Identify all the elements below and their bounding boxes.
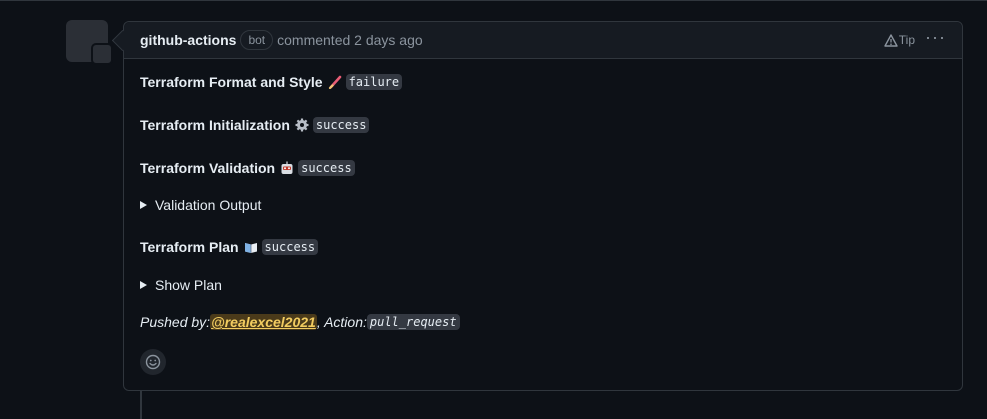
timeline-line	[140, 391, 142, 419]
smiley-icon	[145, 354, 161, 370]
top-divider	[0, 0, 987, 1]
action-prefix: , Action:	[316, 314, 367, 330]
disclosure-triangle-icon	[140, 281, 147, 289]
validation-output-label: Validation Output	[155, 197, 262, 213]
pushed-by-line: Pushed by: @realexcel2021 , Action: pull…	[140, 314, 460, 330]
plan-title: Terraform Plan	[140, 239, 239, 255]
format-title: Terraform Format and Style	[140, 74, 323, 90]
format-status: failure	[345, 74, 403, 90]
open-book-icon	[244, 243, 257, 253]
init-title: Terraform Initialization	[140, 117, 290, 133]
bot-badge: bot	[240, 30, 274, 50]
validation-output-summary[interactable]: Validation Output	[140, 197, 261, 213]
add-reaction-button[interactable]	[140, 349, 166, 375]
format-row: Terraform Format and Style failure	[140, 74, 403, 90]
gear-icon	[295, 118, 309, 132]
paintbrush-icon	[328, 75, 341, 89]
avatar-badge	[91, 43, 113, 65]
tip-label: Tip	[898, 33, 916, 47]
validate-row: Terraform Validation success	[140, 160, 355, 176]
author-link[interactable]: github-actions	[140, 32, 236, 48]
user-mention-link[interactable]: @realexcel2021	[210, 314, 317, 330]
validate-title: Terraform Validation	[140, 160, 276, 176]
plan-row: Terraform Plan success	[140, 239, 319, 255]
disclosure-triangle-icon	[140, 201, 147, 209]
init-row: Terraform Initialization success	[140, 117, 370, 133]
comment-header: github-actions bot commented 2 days ago …	[124, 22, 962, 59]
alert-triangle-icon	[884, 33, 898, 47]
robot-icon	[281, 161, 293, 174]
comment-box: github-actions bot commented 2 days ago …	[123, 21, 963, 391]
more-options-icon[interactable]: ···	[925, 28, 946, 46]
show-plan-label: Show Plan	[155, 277, 222, 293]
pushed-prefix: Pushed by:	[140, 314, 211, 330]
comment-timestamp[interactable]: commented 2 days ago	[277, 32, 423, 48]
action-value: pull_request	[366, 314, 460, 330]
plan-status: success	[261, 239, 319, 255]
tip-button[interactable]: Tip	[884, 33, 915, 47]
show-plan-summary[interactable]: Show Plan	[140, 277, 222, 293]
validate-status: success	[298, 160, 355, 176]
init-status: success	[312, 117, 370, 133]
